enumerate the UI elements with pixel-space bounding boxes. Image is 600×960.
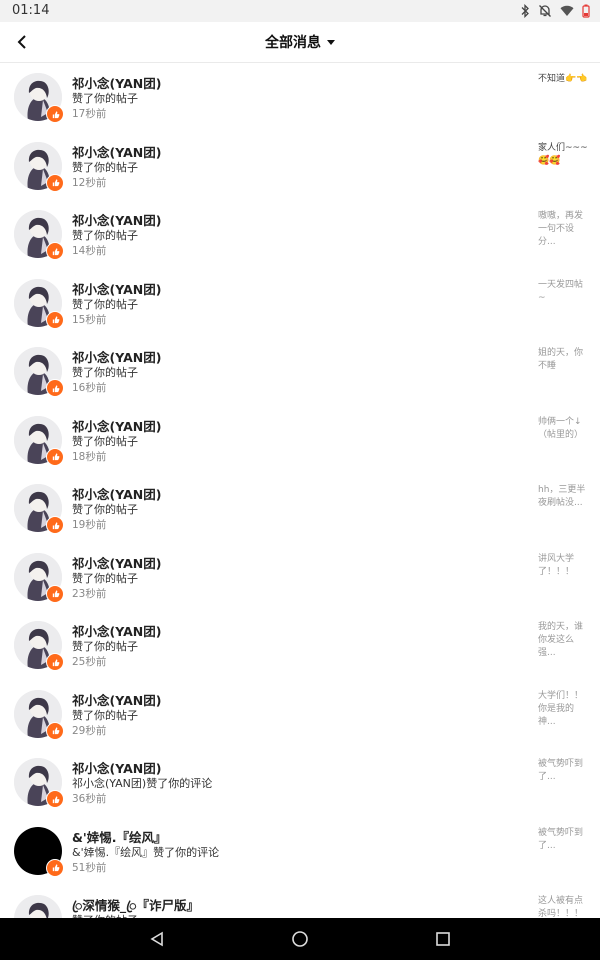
recents-square-icon bbox=[436, 932, 450, 946]
message-time: 15秒前 bbox=[72, 313, 107, 326]
message-action: 赞了你的帖子 bbox=[72, 366, 138, 379]
navigation-bar bbox=[0, 918, 600, 960]
home-circle-icon bbox=[292, 931, 308, 947]
message-time: 14秒前 bbox=[72, 245, 107, 257]
header: 全部消息 bbox=[0, 22, 600, 63]
message-time: 17秒前 bbox=[72, 108, 107, 120]
message-row[interactable]: 祁小念(YAN团) 赞了你的帖子 14秒前 嗷嗷，再发一句不设分... bbox=[0, 200, 600, 269]
post-preview: 不知道👉👈 bbox=[538, 74, 588, 84]
message-action: 赞了你的帖子 bbox=[72, 708, 138, 722]
message-row[interactable]: 祁小念(YAN团) 赞了你的帖子 16秒前 姐的天，你不睡 bbox=[0, 337, 600, 406]
message-time: 12秒前 bbox=[72, 176, 107, 189]
like-badge-icon bbox=[46, 653, 64, 671]
post-preview: hh，三更半夜刷帖没... bbox=[538, 485, 586, 508]
message-row[interactable]: 祁小念(YAN团) 赞了你的帖子 19秒前 hh，三更半夜刷帖没... bbox=[0, 474, 600, 543]
like-badge-icon bbox=[46, 242, 64, 260]
nav-recents-button[interactable] bbox=[432, 928, 454, 950]
post-preview: 大学们！！你是我的神... bbox=[538, 690, 584, 727]
caret-down-icon bbox=[327, 39, 335, 45]
message-row[interactable]: 祁小念(YAN团) 赞了你的帖子 17秒前 不知道👉👈 bbox=[0, 63, 600, 132]
nav-back-button[interactable] bbox=[146, 928, 168, 950]
message-filter-dropdown[interactable]: 全部消息 bbox=[265, 32, 335, 52]
like-badge-icon bbox=[46, 790, 64, 808]
message-action: 祁小念(YAN团)赞了你的评论 bbox=[72, 777, 213, 790]
like-badge-icon bbox=[46, 858, 64, 877]
message-action: 赞了你的帖子 bbox=[72, 229, 138, 242]
like-badge-icon bbox=[46, 447, 64, 466]
status-icons bbox=[520, 3, 590, 19]
message-action: 赞了你的帖子 bbox=[72, 160, 138, 174]
like-badge-icon bbox=[46, 379, 64, 397]
post-preview: 讲风大学了！！！ bbox=[538, 553, 575, 577]
message-action: 赞了你的帖子 bbox=[72, 92, 138, 105]
message-time: 51秒前 bbox=[72, 861, 107, 874]
message-row[interactable]: 祁小念(YAN团) 赞了你的帖子 12秒前 家人们~~~🥰🥰 bbox=[0, 132, 600, 201]
message-action: 赞了你的帖子 bbox=[72, 571, 138, 585]
message-time: 29秒前 bbox=[72, 724, 107, 737]
message-row[interactable]: 祁小念(YAN团) 赞了你的帖子 18秒前 帅俩一个↓（帖里的） bbox=[0, 406, 600, 475]
chevron-left-icon bbox=[17, 35, 26, 49]
message-row[interactable]: &'婞惕.『绘风』 &'婞惕.『绘风』赞了你的评论 51秒前 被气势吓到了... bbox=[0, 817, 600, 886]
post-preview: 家人们~~~🥰🥰 bbox=[538, 142, 588, 166]
page-title: 全部消息 bbox=[265, 35, 321, 51]
notifications-off-icon bbox=[538, 4, 552, 18]
message-row[interactable]: 祁小念(YAN团) 赞了你的帖子 29秒前 大学们！！你是我的神... bbox=[0, 680, 600, 749]
message-action: 赞了你的帖子 bbox=[72, 640, 138, 653]
message-list[interactable]: 祁小念(YAN团) 赞了你的帖子 17秒前 不知道👉👈 祁小念(YAN团) 赞了你的帖子… bbox=[0, 63, 600, 918]
status-bar: 01:14 bbox=[0, 0, 600, 22]
message-time: 25秒前 bbox=[72, 656, 107, 668]
post-preview: 姐的天，你不睡 bbox=[538, 348, 584, 371]
like-badge-icon bbox=[46, 310, 64, 329]
status-time: 01:14 bbox=[12, 3, 50, 18]
nav-home-button[interactable] bbox=[289, 928, 311, 950]
post-preview: 我的天，谁你发这么强... bbox=[538, 622, 584, 658]
post-preview: 被气势吓到了... bbox=[538, 827, 584, 851]
message-action: 赞了你的帖子 bbox=[72, 297, 138, 311]
message-time: 23秒前 bbox=[72, 587, 107, 600]
back-triangle-icon bbox=[150, 931, 163, 947]
message-row[interactable]: 祁小念(YAN团) 赞了你的帖子 25秒前 我的天，谁你发这么强... bbox=[0, 611, 600, 680]
message-row[interactable]: 祁小念(YAN团) 祁小念(YAN团)赞了你的评论 36秒前 被气势吓到了... bbox=[0, 748, 600, 817]
message-time: 18秒前 bbox=[72, 450, 107, 463]
like-badge-icon bbox=[46, 584, 64, 603]
battery-low-icon bbox=[582, 4, 590, 18]
post-preview: 嗷嗷，再发一句不设分... bbox=[538, 211, 584, 247]
message-row[interactable]: 祁小念(YAN团) 赞了你的帖子 23秒前 讲风大学了！！！ bbox=[0, 543, 600, 612]
bluetooth-icon bbox=[520, 4, 530, 18]
post-preview: 这人被有点杀吗！！！ bbox=[538, 896, 584, 918]
message-time: 16秒前 bbox=[72, 382, 107, 394]
like-badge-icon bbox=[46, 105, 64, 123]
post-preview: 帅俩一个↓（帖里的） bbox=[538, 416, 584, 440]
like-badge-icon bbox=[46, 721, 64, 740]
post-preview: 一天发四帖~ bbox=[538, 279, 584, 303]
like-badge-icon bbox=[46, 173, 64, 192]
message-action: &'婞惕.『绘风』赞了你的评论 bbox=[72, 845, 220, 859]
wifi-icon bbox=[560, 5, 574, 17]
back-button[interactable] bbox=[10, 30, 34, 54]
message-action: 赞了你的帖子 bbox=[72, 434, 138, 448]
message-time: 36秒前 bbox=[72, 793, 107, 805]
message-row[interactable]: ꦿ深情猴_ꦿ『诈尸版』赞了你的帖子这人被有点杀吗！！！ bbox=[0, 885, 600, 918]
message-row[interactable]: 祁小念(YAN团) 赞了你的帖子 15秒前 一天发四帖~ bbox=[0, 269, 600, 338]
post-preview: 被气势吓到了... bbox=[538, 759, 584, 782]
like-badge-icon bbox=[46, 516, 64, 534]
message-action: 赞了你的帖子 bbox=[72, 503, 138, 516]
message-time: 19秒前 bbox=[72, 519, 107, 531]
avatar[interactable] bbox=[14, 895, 62, 918]
